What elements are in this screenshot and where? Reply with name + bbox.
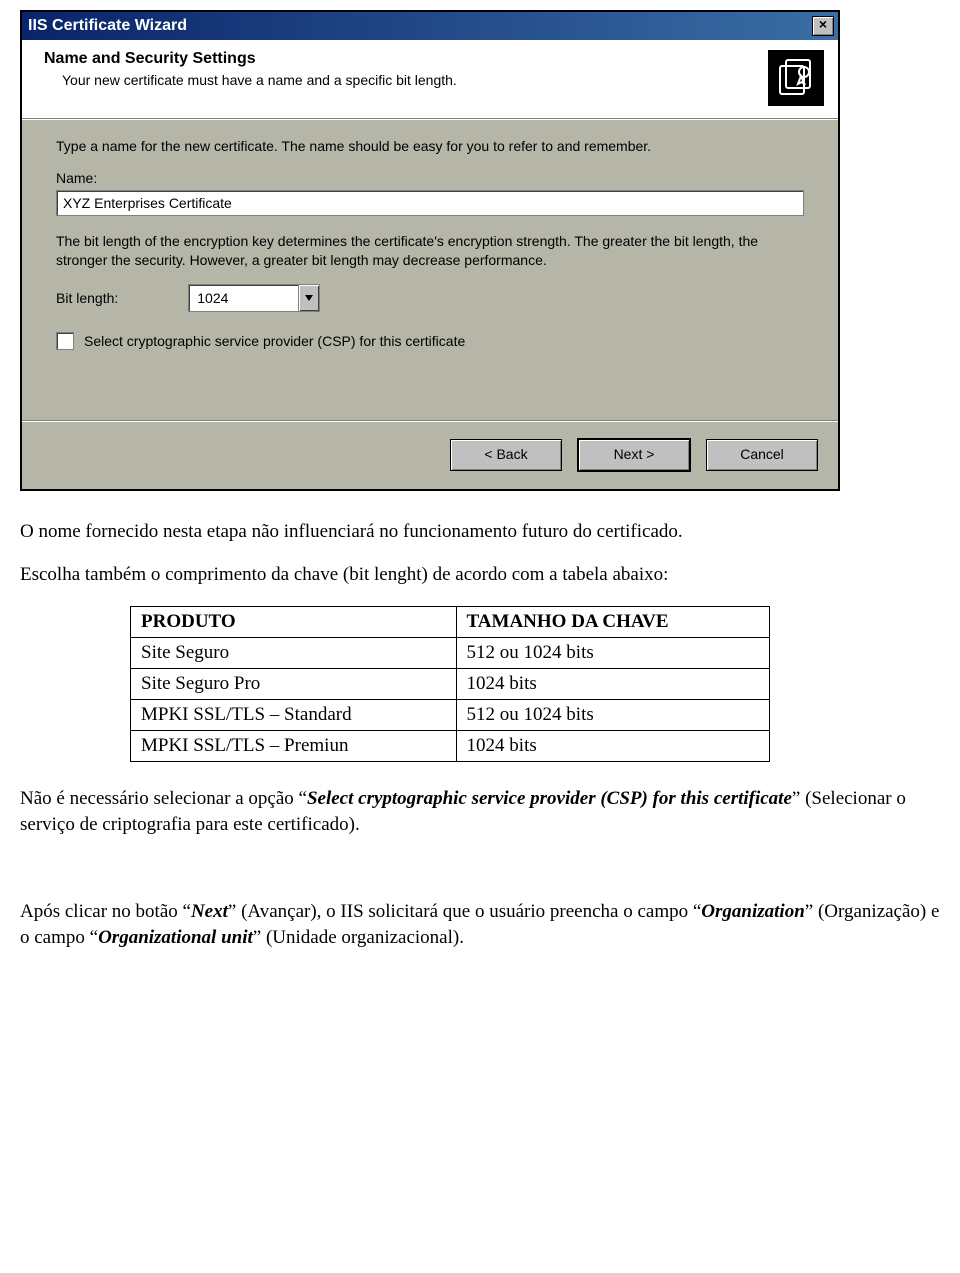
dialog-title: IIS Certificate Wizard [28, 17, 187, 35]
iis-wizard-dialog: IIS Certificate Wizard × Name and Securi… [20, 10, 840, 491]
dialog-body: Type a name for the new certificate. The… [22, 119, 838, 360]
wizard-header-title: Name and Security Settings [44, 50, 457, 68]
table-row: Site Seguro Pro 1024 bits [131, 668, 770, 699]
chevron-down-icon [298, 285, 319, 311]
table-header-row: PRODUTO TAMANHO DA CHAVE [131, 606, 770, 637]
csp-label: Select cryptographic service provider (C… [84, 333, 465, 349]
paragraph-2: Escolha também o comprimento da chave (b… [20, 562, 940, 588]
paragraph-4: Após clicar no botão “Next” (Avançar), o… [20, 899, 940, 950]
close-icon: × [819, 16, 827, 32]
key-size-table: PRODUTO TAMANHO DA CHAVE Site Seguro 512… [130, 606, 770, 762]
table-row: Site Seguro 512 ou 1024 bits [131, 637, 770, 668]
bitlength-label: Bit length: [56, 290, 118, 306]
table-header-tamanho: TAMANHO DA CHAVE [456, 606, 769, 637]
table-row: MPKI SSL/TLS – Standard 512 ou 1024 bits [131, 699, 770, 730]
name-instructions: Type a name for the new certificate. The… [56, 137, 804, 156]
name-input[interactable] [56, 190, 804, 216]
next-button[interactable]: Next > [578, 439, 690, 471]
close-button[interactable]: × [812, 16, 834, 36]
csp-checkbox[interactable] [56, 332, 74, 350]
button-bar: < Back Next > Cancel [22, 420, 838, 489]
wizard-header: Name and Security Settings Your new cert… [22, 40, 838, 119]
back-button[interactable]: < Back [450, 439, 562, 471]
table-row: MPKI SSL/TLS – Premiun 1024 bits [131, 730, 770, 761]
table-header-produto: PRODUTO [131, 606, 457, 637]
name-label: Name: [56, 170, 804, 186]
cancel-button[interactable]: Cancel [706, 439, 818, 471]
document-body: O nome fornecido nesta etapa não influen… [20, 519, 940, 951]
titlebar: IIS Certificate Wizard × [22, 12, 838, 40]
bits-description: The bit length of the encryption key det… [56, 232, 804, 270]
bitlength-value: 1024 [189, 290, 298, 306]
wizard-header-desc: Your new certificate must have a name an… [44, 72, 457, 88]
paragraph-3: Não é necessário selecionar a opção “Sel… [20, 786, 940, 837]
bitlength-select[interactable]: 1024 [188, 284, 320, 312]
paragraph-1: O nome fornecido nesta etapa não influen… [20, 519, 940, 545]
certificate-icon [768, 50, 824, 106]
